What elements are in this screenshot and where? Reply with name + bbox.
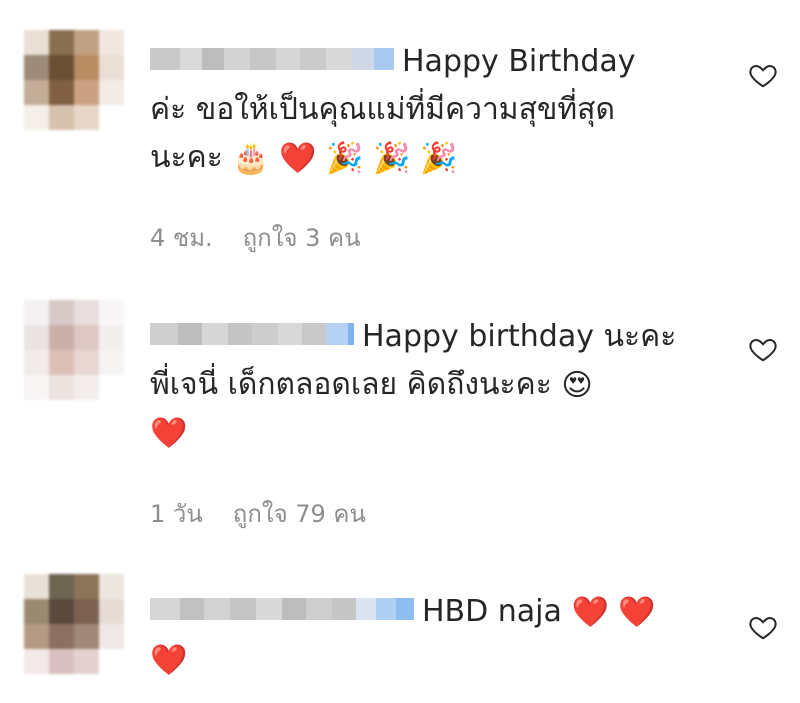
party-popper-emoji: 🎉	[326, 140, 364, 176]
avatar-mosaic-cell	[99, 30, 124, 55]
comment-meta: 1 วัน ถูกใจ 79 คน	[150, 494, 396, 533]
avatar-mosaic-cell	[49, 300, 74, 325]
comment-likes[interactable]: ถูกใจ 79 คน	[233, 500, 366, 528]
avatar-mosaic-cell	[74, 649, 99, 674]
avatar-mosaic-cell	[74, 375, 99, 400]
avatar-mosaic-cell	[49, 599, 74, 624]
avatar-mosaic-cell	[24, 375, 49, 400]
avatar-mosaic-cell	[99, 574, 124, 599]
avatar-mosaic-cell	[99, 350, 124, 375]
avatar-mosaic-cell	[24, 350, 49, 375]
avatar-mosaic-cell	[74, 574, 99, 599]
comment-likes[interactable]: ถูกใจ 3 คน	[243, 224, 361, 252]
cake-emoji: 🎂	[232, 140, 270, 176]
avatar-mosaic-cell	[24, 55, 49, 80]
avatar-mosaic-cell	[99, 624, 124, 649]
comment-time[interactable]: 1 วัน	[150, 500, 203, 528]
avatar-mosaic-cell	[99, 649, 124, 674]
heart-outline-icon[interactable]	[748, 60, 778, 90]
avatar-mosaic-cell	[24, 300, 49, 325]
avatar-mosaic-cell	[74, 30, 99, 55]
heart-outline-icon[interactable]	[748, 612, 778, 642]
comment-text: Happy Birthday ค่ะ ขอให้เป็นคุณแม่ที่มีค…	[150, 38, 636, 182]
avatar[interactable]	[24, 574, 124, 674]
avatar[interactable]	[24, 300, 124, 400]
avatar-mosaic-cell	[74, 599, 99, 624]
heart-outline-icon[interactable]	[748, 334, 778, 364]
heart-emoji: ❤️	[279, 140, 317, 176]
avatar-mosaic-cell	[74, 80, 99, 105]
avatar-mosaic-cell	[49, 375, 74, 400]
avatar-mosaic-cell	[49, 350, 74, 375]
avatar-mosaic-cell	[24, 325, 49, 350]
heart-emoji: ❤️	[571, 594, 609, 630]
avatar-mosaic-cell	[74, 325, 99, 350]
username-blurred[interactable]	[150, 47, 394, 70]
comment-text-line1: Happy Birthday	[402, 44, 636, 79]
avatar-mosaic-cell	[49, 574, 74, 599]
avatar-mosaic-cell	[74, 55, 99, 80]
avatar-mosaic-cell	[49, 624, 74, 649]
comment-text-line3: นะคะ	[150, 140, 223, 175]
party-popper-emoji: 🎉	[419, 140, 458, 176]
avatar-mosaic-cell	[99, 300, 124, 325]
heart-eyes-emoji: 😍	[561, 367, 593, 403]
heart-emoji: ❤️	[150, 415, 188, 451]
avatar-mosaic-cell	[99, 325, 124, 350]
comment-text-line1: HBD naja	[422, 594, 562, 629]
username-blurred[interactable]	[150, 597, 414, 620]
comment-text-line2: ค่ะ ขอให้เป็นคุณแม่ที่มีความสุขที่สุด	[150, 92, 615, 127]
avatar-mosaic-cell	[99, 375, 124, 400]
avatar-mosaic-cell	[99, 105, 124, 130]
avatar-mosaic-cell	[49, 325, 74, 350]
comment-text: HBD naja ❤️ ❤️ ❤️	[150, 588, 656, 684]
avatar-mosaic-cell	[74, 105, 99, 130]
avatar-mosaic-cell	[74, 350, 99, 375]
avatar-mosaic-cell	[24, 649, 49, 674]
avatar-mosaic-cell	[49, 30, 74, 55]
avatar-mosaic-cell	[24, 105, 49, 130]
heart-emoji: ❤️	[618, 594, 656, 630]
avatar-mosaic-cell	[49, 80, 74, 105]
avatar-mosaic-cell	[99, 599, 124, 624]
avatar-mosaic-cell	[49, 105, 74, 130]
avatar-mosaic-cell	[74, 624, 99, 649]
avatar-mosaic-cell	[24, 30, 49, 55]
avatar-mosaic-cell	[74, 300, 99, 325]
avatar-mosaic-cell	[24, 599, 49, 624]
avatar-mosaic-cell	[49, 55, 74, 80]
comment-text-line2: พี่เจนี่ เด็กตลอดเลย คิดถึงนะคะ	[150, 367, 552, 402]
comment-text: Happy birthday นะคะ พี่เจนี่ เด็กตลอดเลย…	[150, 313, 676, 457]
avatar-mosaic-cell	[99, 80, 124, 105]
party-popper-emoji: 🎉	[373, 140, 411, 176]
avatar-mosaic-cell	[99, 55, 124, 80]
avatar-mosaic-cell	[24, 574, 49, 599]
avatar[interactable]	[24, 30, 124, 130]
comment-meta: 4 ชม. ถูกใจ 3 คน	[150, 218, 390, 257]
comment-time[interactable]: 4 ชม.	[150, 224, 213, 252]
heart-emoji: ❤️	[150, 642, 188, 678]
avatar-mosaic-cell	[24, 80, 49, 105]
comment-text-line1: Happy birthday นะคะ	[362, 319, 677, 354]
username-blurred[interactable]	[150, 322, 354, 345]
avatar-mosaic-cell	[24, 624, 49, 649]
avatar-mosaic-cell	[49, 649, 74, 674]
